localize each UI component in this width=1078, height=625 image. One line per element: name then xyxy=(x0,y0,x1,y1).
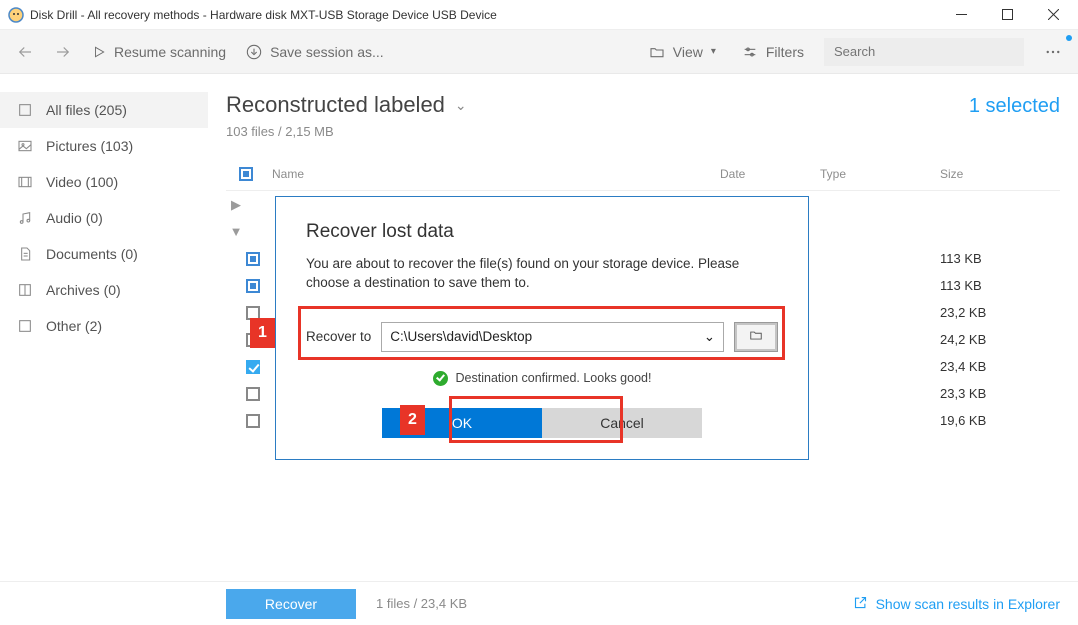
show-in-explorer-link[interactable]: Show scan results in Explorer xyxy=(853,595,1060,613)
maximize-button[interactable] xyxy=(984,0,1030,30)
audio-icon xyxy=(16,210,34,226)
browse-button[interactable] xyxy=(734,322,778,352)
size-cell: 113 KB xyxy=(940,278,1060,293)
titlebar: Disk Drill - All recovery methods - Hard… xyxy=(0,0,1078,30)
destination-dropdown[interactable]: C:\Users\david\Desktop ⌄ xyxy=(381,322,724,352)
size-cell: 23,3 KB xyxy=(940,386,1060,401)
resume-label: Resume scanning xyxy=(114,44,226,60)
sidebar-item-documents[interactable]: Documents (0) xyxy=(0,236,208,272)
documents-icon xyxy=(16,246,34,262)
size-cell: 24,2 KB xyxy=(940,332,1060,347)
folder-icon xyxy=(747,328,765,345)
main-heading[interactable]: Reconstructed labeled xyxy=(226,92,445,118)
pictures-icon xyxy=(16,138,34,154)
size-cell: 23,2 KB xyxy=(940,305,1060,320)
sidebar-item-label: Audio (0) xyxy=(46,210,103,226)
more-button[interactable] xyxy=(1038,39,1068,65)
check-icon xyxy=(433,371,448,386)
sidebar-item-label: Archives (0) xyxy=(46,282,121,298)
sidebar-item-all-files[interactable]: All files (205) xyxy=(0,92,208,128)
ellipsis-icon xyxy=(1044,43,1062,61)
back-button[interactable] xyxy=(10,39,40,65)
notification-dot-icon xyxy=(1066,35,1072,41)
row-checkbox[interactable] xyxy=(246,387,260,401)
sidebar-item-archives[interactable]: Archives (0) xyxy=(0,272,208,308)
sidebar-item-video[interactable]: Video (100) xyxy=(0,164,208,200)
expand-icon[interactable]: ▶ xyxy=(226,197,246,213)
play-icon xyxy=(92,45,106,59)
toolbar: Resume scanning Save session as... View … xyxy=(0,30,1078,74)
archives-icon xyxy=(16,282,34,298)
size-cell: 19,6 KB xyxy=(940,413,1060,428)
app-icon xyxy=(8,7,24,23)
download-icon xyxy=(246,44,262,60)
size-cell: 23,4 KB xyxy=(940,359,1060,374)
row-checkbox[interactable] xyxy=(246,252,260,266)
recover-dialog: Recover lost data You are about to recov… xyxy=(275,196,809,460)
cancel-button[interactable]: Cancel xyxy=(542,408,702,438)
arrow-right-icon xyxy=(54,43,72,61)
view-label: View xyxy=(673,44,703,60)
column-name[interactable]: Name xyxy=(266,167,720,181)
sidebar-item-label: Documents (0) xyxy=(46,246,138,262)
arrow-left-icon xyxy=(16,43,34,61)
row-checkbox[interactable] xyxy=(246,360,260,374)
other-icon xyxy=(16,318,34,334)
forward-button[interactable] xyxy=(48,39,78,65)
sidebar-item-label: Video (100) xyxy=(46,174,118,190)
all-files-icon xyxy=(16,102,34,118)
footer-link-label: Show scan results in Explorer xyxy=(876,596,1060,612)
annotation-marker-1: 1 xyxy=(250,318,275,348)
chevron-down-icon: ⌄ xyxy=(704,329,715,345)
column-date[interactable]: Date xyxy=(720,167,820,181)
recover-to-label: Recover to xyxy=(306,329,371,344)
close-button[interactable] xyxy=(1030,0,1076,30)
table-header: Name Date Type Size xyxy=(226,157,1060,191)
sidebar-item-audio[interactable]: Audio (0) xyxy=(0,200,208,236)
annotation-marker-2: 2 xyxy=(400,405,425,435)
collapse-icon[interactable]: ▼ xyxy=(226,224,246,239)
column-type[interactable]: Type xyxy=(820,167,940,181)
search-input[interactable] xyxy=(824,38,1024,66)
folder-icon xyxy=(649,44,665,60)
view-dropdown[interactable]: View ▾ xyxy=(643,40,722,64)
dialog-body: You are about to recover the file(s) fou… xyxy=(306,255,778,293)
footer-status: 1 files / 23,4 KB xyxy=(376,596,467,611)
recover-button[interactable]: Recover xyxy=(226,589,356,619)
bottom-bar: Recover 1 files / 23,4 KB Show scan resu… xyxy=(0,581,1078,625)
dialog-title: Recover lost data xyxy=(306,221,778,243)
save-session-label: Save session as... xyxy=(270,44,384,60)
confirm-text: Destination confirmed. Looks good! xyxy=(456,371,652,385)
video-icon xyxy=(16,174,34,190)
open-external-icon xyxy=(853,595,868,613)
save-session-button[interactable]: Save session as... xyxy=(240,40,390,64)
sidebar-item-label: Other (2) xyxy=(46,318,102,334)
row-checkbox[interactable] xyxy=(246,414,260,428)
sidebar-item-other[interactable]: Other (2) xyxy=(0,308,208,344)
sliders-icon xyxy=(742,44,758,60)
filters-label: Filters xyxy=(766,44,804,60)
column-size[interactable]: Size xyxy=(940,167,1060,181)
destination-path: C:\Users\david\Desktop xyxy=(390,329,532,344)
selected-count: 1 selected xyxy=(969,95,1060,118)
sidebar-item-label: Pictures (103) xyxy=(46,138,133,154)
select-all-checkbox[interactable] xyxy=(239,167,253,181)
main-subline: 103 files / 2,15 MB xyxy=(226,124,467,139)
minimize-button[interactable] xyxy=(938,0,984,30)
size-cell: 113 KB xyxy=(940,251,1060,266)
window-title: Disk Drill - All recovery methods - Hard… xyxy=(30,8,497,22)
chevron-down-icon: ▾ xyxy=(711,46,716,57)
sidebar-item-label: All files (205) xyxy=(46,102,127,118)
row-checkbox[interactable] xyxy=(246,279,260,293)
sidebar-item-pictures[interactable]: Pictures (103) xyxy=(0,128,208,164)
resume-scanning-button[interactable]: Resume scanning xyxy=(86,40,232,64)
chevron-down-icon[interactable]: ⌄ xyxy=(455,97,467,114)
filters-button[interactable]: Filters xyxy=(736,40,810,64)
sidebar: All files (205) Pictures (103) Video (10… xyxy=(0,74,208,581)
